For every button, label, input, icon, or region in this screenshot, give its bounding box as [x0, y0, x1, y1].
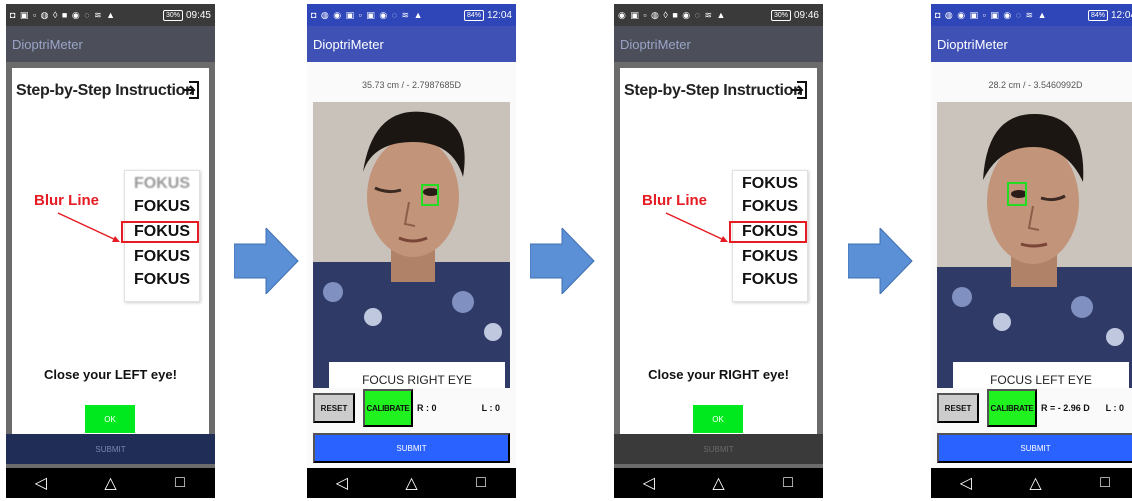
phone-instruction-left: ◘ ▣ ▫ ◍ ◊ ■ ◉ ◌ ≋ ▲ 30% 09:45 DioptriMet… [6, 4, 215, 498]
right-eye-value: R = - 2.96 D [1041, 403, 1090, 413]
left-eye-value: L : 0 [481, 403, 500, 413]
app-title: DioptriMeter [620, 36, 691, 52]
back-icon[interactable]: ◁ [327, 473, 357, 493]
phone-camera-right: ◘ ◍ ◉ ▣ ▫ ▣ ◉ ◌ ≋ ▲ 84% 12:04 DioptriMet… [307, 4, 516, 498]
instruction-text: Close your RIGHT eye! [648, 367, 789, 382]
camera-preview: FOCUS LEFT EYE [937, 102, 1132, 388]
camera-screen: 35.73 cm / - 2.7987685D FOCUS RIGHT EYE … [307, 62, 516, 468]
reset-button[interactable]: RESET [937, 393, 979, 423]
battery-icon: 30% [770, 9, 791, 21]
control-row: RESET CALIBRATE R : 0 L : 0 [313, 388, 510, 428]
submit-button[interactable]: SUBMIT [6, 434, 215, 464]
recent-apps-icon[interactable]: □ [466, 474, 496, 492]
battery-icon: 84% [1087, 9, 1108, 21]
focus-eye-label: FOCUS RIGHT EYE [329, 362, 505, 388]
recent-apps-icon[interactable]: □ [165, 474, 195, 492]
back-icon[interactable]: ◁ [634, 473, 664, 493]
app-bar: DioptriMeter [307, 26, 516, 62]
status-bar: ◘ ▣ ▫ ◍ ◊ ■ ◉ ◌ ≋ ▲ 30% 09:45 [6, 4, 215, 26]
ok-button[interactable]: OK [693, 405, 743, 433]
status-bar: ◘ ◍ ◉ ▣ ▫ ▣ ◉ ◌ ≋ ▲ 84% 12:04 [931, 4, 1132, 26]
reset-button[interactable]: RESET [313, 393, 355, 423]
eye-detection-box [1007, 182, 1027, 206]
flow-arrow-icon [848, 228, 913, 294]
app-title: DioptriMeter [313, 36, 384, 52]
home-icon[interactable]: △ [1020, 473, 1050, 493]
fokus-line: FOKUS [742, 271, 798, 288]
nav-bar: ◁ △ □ [614, 468, 823, 498]
status-bar: ◉ ▣ ▫ ◍ ◊ ■ ◉ ◌ ≋ ▲ 30% 09:46 [614, 4, 823, 26]
distance-readout: 35.73 cm / - 2.7987685D [361, 80, 462, 90]
clock: 12:04 [1110, 9, 1132, 21]
submit-button[interactable]: SUBMIT [313, 433, 510, 463]
nav-bar: ◁ △ □ [6, 468, 215, 498]
home-icon[interactable]: △ [703, 473, 733, 493]
status-icons: ◉ ▣ ▫ ◍ ◊ ■ ◉ ◌ ≋ ▲ [618, 9, 727, 20]
nav-bar: ◁ △ □ [307, 468, 516, 498]
back-icon[interactable]: ◁ [951, 473, 981, 493]
camera-preview: FOCUS RIGHT EYE [313, 102, 510, 388]
blur-line-highlight [121, 221, 199, 243]
calibrate-button[interactable]: CALIBRATE [363, 389, 413, 427]
status-icons: ◘ ◍ ◉ ▣ ▫ ▣ ◉ ◌ ≋ ▲ [311, 9, 424, 20]
status-bar: ◘ ◍ ◉ ▣ ▫ ▣ ◉ ◌ ≋ ▲ 84% 12:04 [307, 4, 516, 26]
clock: 09:45 [185, 9, 211, 21]
home-icon[interactable]: △ [95, 473, 125, 493]
clock: 09:46 [793, 9, 819, 21]
instruction-dialog: Step-by-Step Instruction Blur Line FOKUS… [620, 68, 817, 434]
app-bar: DioptriMeter [931, 26, 1132, 62]
control-row: RESET CALIBRATE R = - 2.96 D L : 0 [937, 388, 1132, 428]
flow-arrow-icon [234, 228, 299, 294]
focus-eye-label: FOCUS LEFT EYE [953, 362, 1129, 388]
instruction-dialog: Step-by-Step Instruction Blur Line FOKUS… [12, 68, 209, 434]
calibrate-button[interactable]: CALIBRATE [987, 389, 1037, 427]
submit-button[interactable]: SUBMIT [937, 433, 1132, 463]
battery-icon: 30% [162, 9, 183, 21]
app-title: DioptriMeter [937, 36, 1008, 52]
camera-screen: 28.2 cm / - 3.5460992D FOCUS LEFT EYE RE… [931, 62, 1132, 468]
nav-bar: ◁ △ □ [931, 468, 1132, 498]
right-eye-value: R : 0 [417, 403, 437, 413]
distance-readout: 28.2 cm / - 3.5460992D [988, 80, 1083, 90]
left-eye-value: L : 0 [1105, 403, 1124, 413]
fokus-line: FOKUS [134, 271, 190, 288]
fokus-line: FOKUS [134, 175, 190, 192]
home-icon[interactable]: △ [396, 473, 426, 493]
eye-detection-box [421, 184, 439, 206]
face-photo [937, 102, 1132, 388]
app-title: DioptriMeter [12, 36, 83, 52]
fokus-chart: FOKUS FOKUS FOKUS FOKUS FOKUS [121, 170, 200, 302]
fokus-line: FOKUS [742, 248, 798, 265]
app-bar: DioptriMeter [6, 26, 215, 62]
phone-camera-left: ◘ ◍ ◉ ▣ ▫ ▣ ◉ ◌ ≋ ▲ 84% 12:04 DioptriMet… [931, 4, 1132, 498]
recent-apps-icon[interactable]: □ [773, 474, 803, 492]
back-icon[interactable]: ◁ [26, 473, 56, 493]
flow-arrow-icon [530, 228, 595, 294]
recent-apps-icon[interactable]: □ [1090, 474, 1120, 492]
fokus-chart: FOKUS FOKUS FOKUS FOKUS FOKUS [729, 170, 808, 302]
ok-button[interactable]: OK [85, 405, 135, 433]
phone-instruction-right: ◉ ▣ ▫ ◍ ◊ ■ ◉ ◌ ≋ ▲ 30% 09:46 DioptriMet… [614, 4, 823, 498]
face-photo [313, 102, 510, 388]
submit-button[interactable]: SUBMIT [614, 434, 823, 464]
blur-line-highlight [729, 221, 807, 243]
fokus-line: FOKUS [134, 198, 190, 215]
fokus-line: FOKUS [742, 175, 798, 192]
fokus-line: FOKUS [134, 248, 190, 265]
battery-icon: 84% [463, 9, 484, 21]
status-icons: ◘ ▣ ▫ ◍ ◊ ■ ◉ ◌ ≋ ▲ [10, 9, 117, 20]
status-icons: ◘ ◍ ◉ ▣ ▫ ▣ ◉ ◌ ≋ ▲ [935, 9, 1048, 20]
instruction-text: Close your LEFT eye! [44, 367, 177, 382]
app-bar: DioptriMeter [614, 26, 823, 62]
clock: 12:04 [486, 9, 512, 21]
fokus-line: FOKUS [742, 198, 798, 215]
